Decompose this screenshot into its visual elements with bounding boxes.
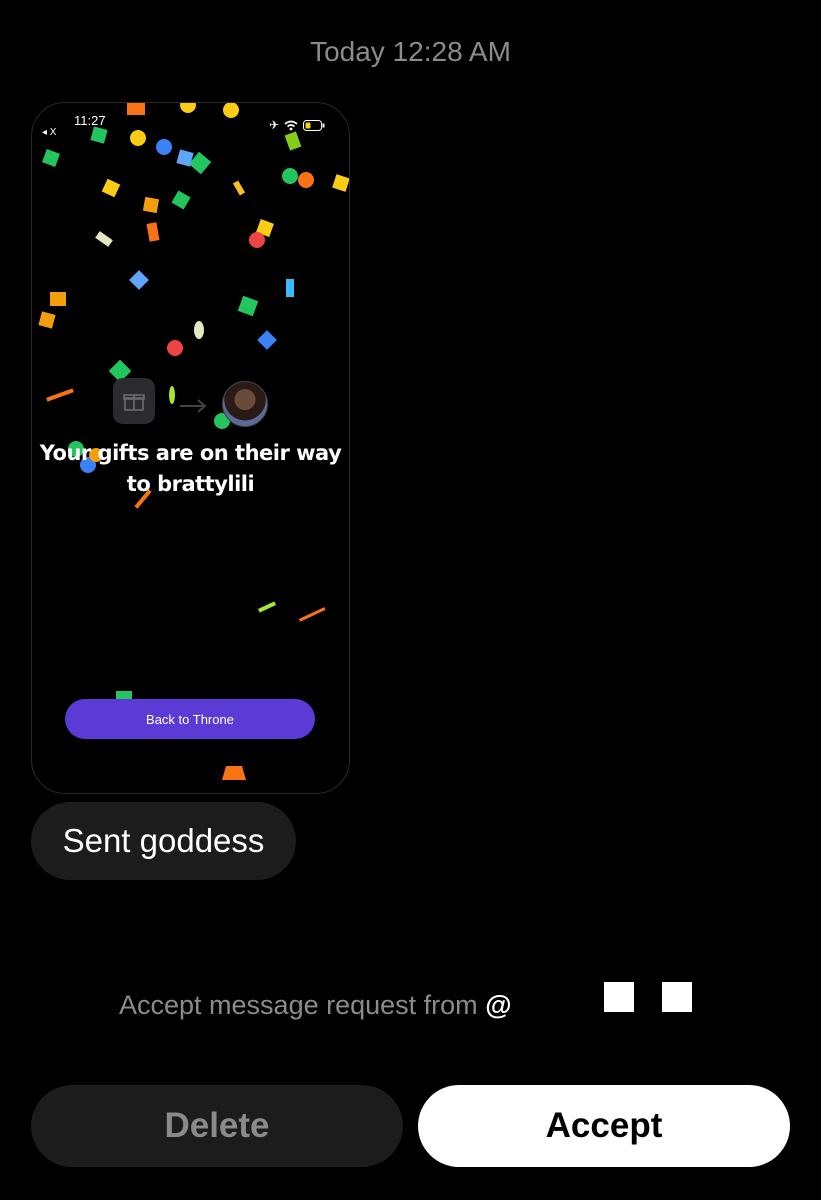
redaction-block (662, 982, 692, 1012)
status-bar-time: 11:27 (74, 113, 106, 128)
gift-headline: Your gifts are on their way to brattylil… (39, 441, 342, 496)
message-bubble[interactable]: Sent goddess (31, 802, 296, 880)
status-bar-icons: ✈ (269, 118, 325, 132)
request-at-symbol: @ (485, 990, 512, 1020)
redaction-block (604, 982, 634, 1012)
airplane-icon: ✈ (268, 118, 279, 132)
wifi-icon (284, 120, 298, 130)
battery-icon (303, 119, 325, 131)
message-timestamp: Today 12:28 AM (310, 36, 511, 67)
status-bar-back: ◂ X (42, 127, 57, 138)
arrow-right-icon (180, 399, 207, 413)
accept-button[interactable]: Accept (418, 1085, 790, 1167)
gift-icon (113, 378, 155, 424)
message-request-prompt: Accept message request from @ (119, 990, 512, 1021)
request-prefix: Accept message request from (119, 990, 478, 1020)
delete-button[interactable]: Delete (31, 1085, 403, 1167)
back-to-throne-button[interactable]: Back to Throne (65, 699, 315, 739)
attached-screenshot[interactable]: 11:27 ◂ X ✈ Your gifts are on their way … (31, 102, 350, 794)
recipient-avatar (222, 381, 268, 427)
